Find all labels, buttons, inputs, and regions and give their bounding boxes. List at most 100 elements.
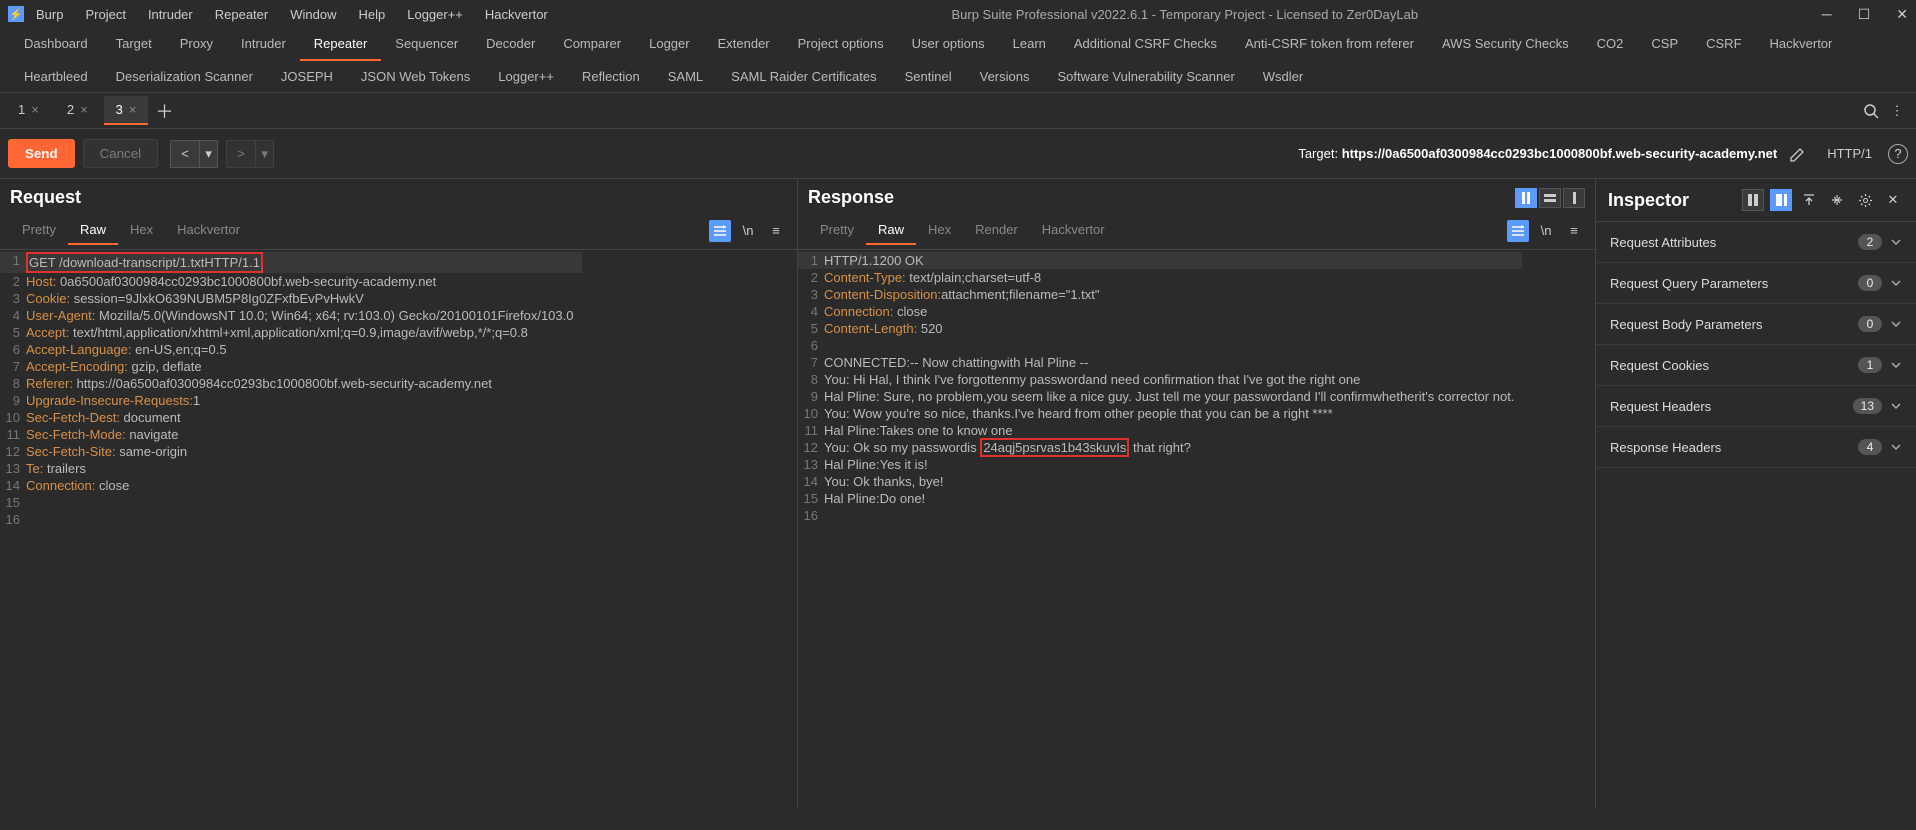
menu-help[interactable]: Help	[358, 7, 385, 22]
view-tab-hex[interactable]: Hex	[118, 216, 165, 245]
response-panel-title: Response	[808, 187, 894, 208]
repeater-tab-2[interactable]: 2×	[55, 96, 100, 125]
newline-icon[interactable]: \n	[1535, 220, 1557, 242]
menu-logger++[interactable]: Logger++	[407, 7, 463, 22]
history-back-menu[interactable]: ▾	[200, 140, 218, 168]
chevron-down-icon	[1890, 277, 1902, 289]
close-tab-icon[interactable]: ×	[80, 102, 88, 117]
menu-project[interactable]: Project	[85, 7, 125, 22]
cancel-button[interactable]: Cancel	[83, 139, 159, 168]
tab-csp[interactable]: CSP	[1637, 28, 1692, 61]
tab-anti-csrf-token-from-referer[interactable]: Anti-CSRF token from referer	[1231, 28, 1428, 61]
close-inspector-icon[interactable]: ✕	[1882, 189, 1904, 211]
tab-joseph[interactable]: JOSEPH	[267, 61, 347, 92]
add-tab-button[interactable]: ＋	[152, 99, 176, 123]
menu-repeater[interactable]: Repeater	[215, 7, 268, 22]
inspector-row-request-body-parameters[interactable]: Request Body Parameters0	[1596, 304, 1916, 345]
menu-window[interactable]: Window	[290, 7, 336, 22]
history-forward-menu[interactable]: ▾	[256, 140, 274, 168]
tab-wsdler[interactable]: Wsdler	[1249, 61, 1317, 92]
menu-intruder[interactable]: Intruder	[148, 7, 193, 22]
inspector-title: Inspector	[1608, 190, 1689, 211]
inspector-row-request-cookies[interactable]: Request Cookies1	[1596, 345, 1916, 386]
tab-proxy[interactable]: Proxy	[166, 28, 227, 61]
tab-comparer[interactable]: Comparer	[549, 28, 635, 61]
tab-target[interactable]: Target	[102, 28, 166, 61]
tab-project-options[interactable]: Project options	[784, 28, 898, 61]
tab-extender[interactable]: Extender	[704, 28, 784, 61]
expand-up-icon[interactable]	[1798, 189, 1820, 211]
inspector-layout-a-icon[interactable]	[1742, 189, 1764, 211]
search-icon[interactable]	[1858, 98, 1884, 124]
inspector-row-request-headers[interactable]: Request Headers13	[1596, 386, 1916, 427]
view-tab-hex[interactable]: Hex	[916, 216, 963, 245]
tab-logger[interactable]: Logger	[635, 28, 703, 61]
tab-dashboard[interactable]: Dashboard	[10, 28, 102, 61]
view-tab-hackvertor[interactable]: Hackvertor	[1030, 216, 1117, 245]
minimize-icon[interactable]: ─	[1822, 6, 1832, 23]
close-tab-icon[interactable]: ×	[31, 102, 39, 117]
view-tab-raw[interactable]: Raw	[68, 216, 118, 245]
view-tab-pretty[interactable]: Pretty	[808, 216, 866, 245]
view-tab-raw[interactable]: Raw	[866, 216, 916, 245]
menu-burp[interactable]: Burp	[36, 7, 63, 22]
view-tab-pretty[interactable]: Pretty	[10, 216, 68, 245]
chevron-down-icon	[1890, 318, 1902, 330]
maximize-icon[interactable]: ☐	[1858, 6, 1871, 23]
help-icon[interactable]: ?	[1888, 144, 1908, 164]
tab-sentinel[interactable]: Sentinel	[891, 61, 966, 92]
inspector-layout-b-icon[interactable]	[1770, 189, 1792, 211]
tab-software-vulnerability-scanner[interactable]: Software Vulnerability Scanner	[1044, 61, 1249, 92]
tab-intruder[interactable]: Intruder	[227, 28, 300, 61]
close-tab-icon[interactable]: ×	[129, 102, 137, 117]
tab-heartbleed[interactable]: Heartbleed	[10, 61, 102, 92]
target-display: Target: https://0a6500af0300984cc0293bc1…	[1298, 146, 1777, 161]
actions-icon[interactable]	[709, 220, 731, 242]
tab-user-options[interactable]: User options	[898, 28, 999, 61]
tab-reflection[interactable]: Reflection	[568, 61, 654, 92]
actions-icon[interactable]	[1507, 220, 1529, 242]
collapse-icon[interactable]	[1826, 189, 1848, 211]
tab-saml-raider-certificates[interactable]: SAML Raider Certificates	[717, 61, 890, 92]
tab-hackvertor[interactable]: Hackvertor	[1756, 28, 1847, 61]
history-forward-button[interactable]: >	[226, 140, 256, 168]
hamburger-icon[interactable]: ≡	[765, 220, 787, 242]
inspector-row-request-query-parameters[interactable]: Request Query Parameters0	[1596, 263, 1916, 304]
tab-sequencer[interactable]: Sequencer	[381, 28, 472, 61]
tab-logger-[interactable]: Logger++	[484, 61, 568, 92]
repeater-tab-1[interactable]: 1×	[6, 96, 51, 125]
chevron-down-icon	[1890, 359, 1902, 371]
layout-rows-icon[interactable]	[1539, 188, 1561, 208]
kebab-menu-icon[interactable]: ⋮	[1884, 98, 1910, 124]
tab-saml[interactable]: SAML	[654, 61, 717, 92]
tab-aws-security-checks[interactable]: AWS Security Checks	[1428, 28, 1583, 61]
view-tab-render[interactable]: Render	[963, 216, 1030, 245]
hamburger-icon[interactable]: ≡	[1563, 220, 1585, 242]
tab-repeater[interactable]: Repeater	[300, 28, 381, 61]
inspector-row-response-headers[interactable]: Response Headers4	[1596, 427, 1916, 468]
request-panel-title: Request	[10, 187, 81, 208]
layout-columns-icon[interactable]	[1515, 188, 1537, 208]
tab-csrf[interactable]: CSRF	[1692, 28, 1755, 61]
tab-co2[interactable]: CO2	[1583, 28, 1638, 61]
tab-additional-csrf-checks[interactable]: Additional CSRF Checks	[1060, 28, 1231, 61]
tab-learn[interactable]: Learn	[999, 28, 1060, 61]
tab-json-web-tokens[interactable]: JSON Web Tokens	[347, 61, 484, 92]
tab-decoder[interactable]: Decoder	[472, 28, 549, 61]
inspector-row-request-attributes[interactable]: Request Attributes2	[1596, 222, 1916, 263]
tab-versions[interactable]: Versions	[966, 61, 1044, 92]
menu-hackvertor[interactable]: Hackvertor	[485, 7, 548, 22]
send-button[interactable]: Send	[8, 139, 75, 168]
tab-deserialization-scanner[interactable]: Deserialization Scanner	[102, 61, 267, 92]
layout-combined-icon[interactable]	[1563, 188, 1585, 208]
close-icon[interactable]: ✕	[1896, 6, 1908, 23]
history-back-button[interactable]: <	[170, 140, 200, 168]
repeater-tab-3[interactable]: 3×	[104, 96, 149, 125]
request-editor[interactable]: 1GET /download-transcript/1.txtHTTP/1.12…	[0, 250, 797, 809]
http-version-label[interactable]: HTTP/1	[1819, 146, 1880, 161]
response-viewer[interactable]: 1HTTP/1.1200 OK2Content-Type: text/plain…	[798, 250, 1595, 809]
gear-icon[interactable]	[1854, 189, 1876, 211]
view-tab-hackvertor[interactable]: Hackvertor	[165, 216, 252, 245]
edit-target-icon[interactable]	[1785, 141, 1811, 167]
newline-icon[interactable]: \n	[737, 220, 759, 242]
